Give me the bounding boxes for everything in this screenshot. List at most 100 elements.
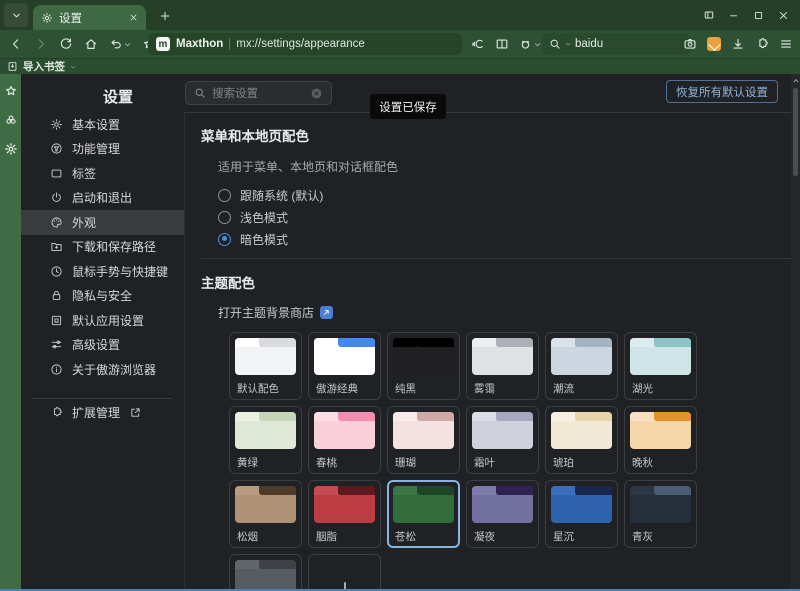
theme-tile-12[interactable]: 松烟 [229,480,302,548]
theme-tile-10[interactable]: 琥珀 [545,406,618,474]
theme-name: 松烟 [235,529,296,544]
minimize-button[interactable] [721,0,746,30]
layout-button[interactable] [696,0,721,30]
menu-icon [779,37,793,51]
import-bookmarks-label[interactable]: 导入书签 [23,59,65,74]
extensions-button[interactable] [750,33,774,55]
sidebar-item-9[interactable]: 高级设置 [21,333,184,358]
forward-button[interactable] [29,33,53,55]
search-engine-value: baidu [575,38,603,50]
sidebar-item-7[interactable]: 隐私与安全 [21,284,184,309]
scrollbar[interactable] [791,74,800,591]
downloads-button[interactable] [726,33,750,55]
theme-tile-9[interactable]: 霜叶 [466,406,539,474]
maximize-button[interactable] [746,0,771,30]
sidebar-item-10[interactable]: 关于傲游浏览器 [21,357,184,382]
theme-tile-5[interactable]: 湖光 [624,332,697,400]
titlebar: 设置 [0,0,800,30]
sidebar-item-extensions[interactable]: 扩展管理 [21,401,184,426]
open-store-icon[interactable] [320,306,333,319]
sidebar-item-5[interactable]: 下载和保存路径 [21,235,184,260]
side-panel-strip [0,74,21,591]
read-aloud-button[interactable] [466,33,490,55]
quick-search-box[interactable]: baidu [542,33,690,55]
sidebar-item-6[interactable]: 鼠标手势与快捷键 [21,259,184,284]
maximize-icon [753,10,764,21]
read-aloud-icon [471,37,485,51]
tab-settings[interactable]: 设置 [33,5,146,30]
undo-button[interactable] [104,33,136,55]
theme-tile-15[interactable]: 凝夜 [466,480,539,548]
add-theme-button[interactable] [308,554,381,591]
theme-tile-6[interactable]: 黄绿 [229,406,302,474]
sidebar-item-3[interactable]: 启动和退出 [21,186,184,211]
restore-defaults-button[interactable]: 恢复所有默认设置 [666,80,778,103]
theme-tile-2[interactable]: 纯黑 [387,332,460,400]
panda-icon [519,37,533,51]
toolbar: m Maxthon mx://settings/appearance baidu [0,30,800,58]
sidebar-item-2[interactable]: 标签 [21,161,184,186]
theme-tile-4[interactable]: 潮流 [545,332,618,400]
caret-down-icon [124,41,131,48]
theme-swatch [551,338,612,375]
color-mode-radio-2[interactable]: 暗色模式 [218,232,791,246]
scrollbar-thumb[interactable] [793,88,798,176]
settings-search-input[interactable]: 搜索设置 [185,81,332,105]
color-mode-radio-0[interactable]: 跟随系统 (默认) [218,188,791,202]
sidebar-item-4[interactable]: 外观 [21,210,184,235]
theme-tile-1[interactable]: 傲游经典 [308,332,381,400]
theme-name: 凝夜 [472,529,533,544]
lock-icon [50,289,63,302]
puzzle-icon [755,37,769,51]
theme-tile-16[interactable]: 星沉 [545,480,618,548]
theme-name: 黄绿 [235,455,296,470]
theme-tile-14[interactable]: 苍松 [387,480,460,548]
sidebar-item-0[interactable]: 基本设置 [21,112,184,137]
theme-tile-7[interactable]: 春桃 [308,406,381,474]
tab-icon [50,167,63,180]
theme-tile-3[interactable]: 雾霭 [466,332,539,400]
theme-name: 雾霭 [472,381,533,396]
theme-tile-0[interactable]: 默认配色 [229,332,302,400]
address-bar[interactable]: m Maxthon mx://settings/appearance [148,33,462,55]
theme-swatch [235,338,296,375]
theme-tile-13[interactable]: 胭脂 [308,480,381,548]
back-button[interactable] [4,33,28,55]
theme-swatch [314,486,375,523]
notes-icon [707,37,721,51]
theme-swatch [393,412,454,449]
clear-search-icon[interactable] [310,87,323,100]
screenshot-button[interactable] [678,33,702,55]
sidebar-item-1[interactable]: 功能管理 [21,137,184,162]
main-menu-button[interactable] [774,33,798,55]
theme-tile-18[interactable]: 暗夜 [229,554,302,591]
theme-swatch [393,338,454,375]
caret-down-icon [70,64,76,70]
tab-close-icon[interactable] [129,13,138,22]
new-tab-button[interactable] [156,7,174,25]
theme-store-label: 打开主题背景商店 [218,304,314,321]
search-icon [194,87,206,99]
apps-panel-icon[interactable] [4,113,18,127]
notes-button[interactable] [702,33,726,55]
favorites-panel-icon[interactable] [4,84,18,98]
sidebar-item-label: 扩展管理 [72,404,120,421]
tab-list-menu-button[interactable] [4,3,28,27]
reload-button[interactable] [54,33,78,55]
sidebar-item-8[interactable]: 默认应用设置 [21,308,184,333]
scroll-up-arrow[interactable] [791,76,800,86]
theme-swatch [235,412,296,449]
home-button[interactable] [79,33,103,55]
theme-tile-17[interactable]: 青灰 [624,480,697,548]
caret-down-icon [534,41,541,48]
theme-name: 珊瑚 [393,455,454,470]
theme-store-link[interactable]: 打开主题背景商店 [218,304,791,321]
chevron-down-icon [11,10,22,21]
color-mode-radio-1[interactable]: 浅色模式 [218,210,791,224]
settings-panel-icon[interactable] [4,142,18,156]
theme-tile-11[interactable]: 晚秋 [624,406,697,474]
theme-tile-8[interactable]: 珊瑚 [387,406,460,474]
reader-mode-button[interactable] [490,33,514,55]
sliders-icon [50,338,63,351]
close-button[interactable] [771,0,796,30]
